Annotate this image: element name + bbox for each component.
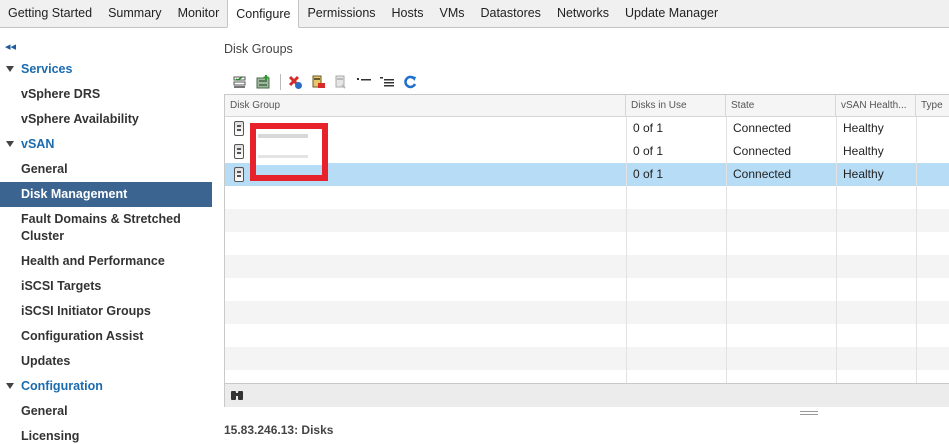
turn-on-led-icon[interactable] [354,73,374,91]
empty-row [225,255,949,278]
sidebar-group-services[interactable]: Services [0,57,212,82]
sidebar-group-label: vSAN [21,137,55,151]
disks-panel-title: 15.83.246.13: Disks [224,423,334,437]
table-row-selected[interactable]: 0 of 1 Connected Healthy [225,163,949,186]
empty-row [225,232,949,255]
disks-in-use-cell: 0 of 1 [633,121,664,135]
chevron-down-icon [6,382,14,389]
column-header-state[interactable]: State [726,95,836,117]
tab-getting-started[interactable]: Getting Started [0,0,100,27]
object-tab-bar: Getting Started Summary Monitor Configur… [0,0,949,28]
column-header-vsan-health[interactable]: vSAN Health... [836,95,916,117]
redacted-host-names [256,129,322,175]
add-disk-icon[interactable] [308,73,328,91]
state-cell: Connected [733,167,792,181]
sidebar-item-vsan-general[interactable]: General [0,157,212,182]
sidebar-item-config-general[interactable]: General [0,399,212,424]
column-header-type[interactable]: Type [916,95,949,117]
column-header-disks-in-use[interactable]: Disks in Use [626,95,726,117]
sidebar-group-label: Configuration [21,379,103,393]
panel-splitter-handle[interactable] [800,411,818,415]
sidebar-group-vsan[interactable]: vSAN [0,132,212,157]
sidebar-item-fault-domains[interactable]: Fault Domains & Stretched Cluster [0,207,212,249]
tab-networks[interactable]: Networks [549,0,617,27]
sidebar-item-vsphere-availability[interactable]: vSphere Availability [0,107,212,132]
empty-row [225,301,949,324]
column-divider [726,117,727,383]
tab-hosts[interactable]: Hosts [384,0,432,27]
tab-update-manager[interactable]: Update Manager [617,0,726,27]
claim-disks-icon[interactable] [230,73,250,91]
empty-row [225,347,949,370]
disks-in-use-cell: 0 of 1 [633,167,664,181]
create-disk-group-icon[interactable] [253,73,273,91]
state-cell: Connected [733,121,792,135]
disk-management-panel: Disk Groups Disk Group Disks in Use Stat… [212,28,949,444]
remove-disk-group-icon[interactable] [285,73,305,91]
turn-off-led-icon[interactable] [377,73,397,91]
empty-row [225,209,949,232]
toolbar-separator [280,74,281,90]
sidebar-item-updates[interactable]: Updates [0,349,212,374]
host-icon [234,121,244,136]
tab-vms[interactable]: VMs [431,0,472,27]
binoculars-icon[interactable] [230,389,244,404]
disk-groups-toolbar [230,72,423,92]
disk-groups-table: Disk Group Disks in Use State vSAN Healt… [224,94,949,383]
table-header: Disk Group Disks in Use State vSAN Healt… [225,95,949,117]
sidebar-item-iscsi-targets[interactable]: iSCSI Targets [0,274,212,299]
state-cell: Connected [733,144,792,158]
chevron-down-icon [6,140,14,147]
redaction-box [250,123,328,181]
column-divider [836,117,837,383]
tab-summary[interactable]: Summary [100,0,169,27]
chevron-down-icon [6,65,14,72]
refresh-icon[interactable] [400,73,420,91]
tab-configure[interactable]: Configure [227,0,300,28]
empty-row [225,324,949,347]
tab-monitor[interactable]: Monitor [170,0,228,27]
column-divider [916,117,917,383]
tab-permissions[interactable]: Permissions [299,0,383,27]
table-footer [224,383,949,407]
sidebar-item-licensing[interactable]: Licensing [0,424,212,444]
sidebar-group-configuration[interactable]: Configuration [0,374,212,399]
column-header-disk-group[interactable]: Disk Group [225,95,626,117]
health-cell: Healthy [843,121,884,135]
disks-in-use-cell: 0 of 1 [633,144,664,158]
empty-row [225,186,949,209]
sidebar-item-iscsi-initiator-groups[interactable]: iSCSI Initiator Groups [0,299,212,324]
health-cell: Healthy [843,144,884,158]
panel-title: Disk Groups [224,42,293,56]
host-icon [234,144,244,159]
tab-datastores[interactable]: Datastores [472,0,548,27]
column-divider [626,117,627,383]
health-cell: Healthy [843,167,884,181]
sidebar-item-disk-management[interactable]: Disk Management [0,182,212,207]
collapse-sidebar-icon[interactable]: ◂◂ [0,37,212,57]
empty-row [225,278,949,301]
sidebar-item-configuration-assist[interactable]: Configuration Assist [0,324,212,349]
sidebar-group-label: Services [21,62,73,76]
host-icon [234,167,244,182]
empty-row [225,370,949,383]
sidebar-item-health-and-performance[interactable]: Health and Performance [0,249,212,274]
remove-disk-icon[interactable] [331,73,351,91]
sidebar-item-vsphere-drs[interactable]: vSphere DRS [0,82,212,107]
table-row[interactable]: 0 of 1 Connected Healthy [225,117,949,140]
table-row[interactable]: 0 of 1 Connected Healthy [225,140,949,163]
configure-sidebar: ◂◂ Services vSphere DRS vSphere Availabi… [0,37,212,444]
